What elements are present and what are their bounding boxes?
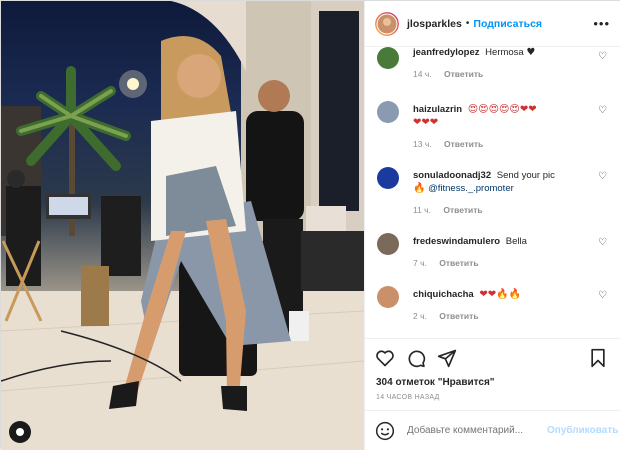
comment-text: haizulazrin 😍😍😍😍😍❤❤ ❤❤❤ [413,103,588,129]
comment-meta: 2 ч. Ответить [413,311,489,321]
comment-time: 7 ч. [413,258,427,268]
post-side-panel: jlosparkles • Подписаться ••• jeanfredyl… [364,1,620,450]
comment-emoji: ❤❤🔥🔥 [479,289,522,300]
author-username[interactable]: jlosparkles [407,18,462,30]
reply-button[interactable]: Ответить [439,311,478,321]
commenter-avatar[interactable] [377,47,399,69]
comment-item: jeanfredylopez Hermosa ♥ 14 ч. Ответить … [375,47,615,87]
comment-text: chiquichacha ❤❤🔥🔥 [413,288,588,301]
reply-button[interactable]: Ответить [444,69,483,79]
header-separator: • [465,18,470,29]
commenter-username[interactable]: haizulazrin [413,104,462,115]
commenter-username[interactable]: sonuladoonadj32 [413,170,491,181]
commenter-avatar[interactable] [377,233,399,255]
share-icon[interactable] [437,348,457,368]
comment-meta: 11 ч. Ответить [413,205,493,215]
smile-icon[interactable] [375,421,395,441]
follow-button[interactable]: Подписаться [473,18,542,30]
comment-item: chiquichacha ❤❤🔥🔥 2 ч. Ответить ♡ [375,286,615,326]
author-avatar[interactable] [375,11,399,36]
likes-count[interactable]: 304 отметок "Нравится" [376,377,495,388]
comment-meta: 13 ч. Ответить [413,139,493,149]
mention-link[interactable]: @fitness._.promoter [428,183,514,194]
commenter-avatar[interactable] [377,101,399,123]
comment-body: Send your pic [496,170,555,181]
add-comment-bar: Опубликовать [365,410,620,450]
photo-illustration [1,1,364,450]
post-timestamp: 14 ЧАСОВ НАЗАД [376,394,440,401]
like-comment-heart-icon[interactable]: ♡ [598,171,607,182]
comment-time: 11 ч. [413,205,431,215]
like-comment-heart-icon[interactable]: ♡ [598,51,607,62]
reply-button[interactable]: Ответить [439,258,478,268]
comment-meta: 7 ч. Ответить [413,258,489,268]
comment-text: sonuladoonadj32 Send your pic 🔥 @fitness… [413,169,588,195]
commenter-avatar[interactable] [377,167,399,189]
comment-item: haizulazrin 😍😍😍😍😍❤❤ ❤❤❤ 13 ч. Ответить ♡ [375,101,615,153]
comment-time: 2 ч. [413,311,427,321]
post-header: jlosparkles • Подписаться ••• [365,1,620,47]
comment-time: 13 ч. [413,139,432,149]
like-comment-heart-icon[interactable]: ♡ [598,105,607,116]
post-comment-button[interactable]: Опубликовать [547,425,618,436]
commenter-username[interactable]: fredeswindamulero [413,236,500,247]
reply-button[interactable]: Ответить [444,139,483,149]
comment-emoji: 🔥 [413,183,426,194]
comment-meta: 14 ч. Ответить [413,69,493,79]
comment-item: sonuladoonadj32 Send your pic 🔥 @fitness… [375,167,615,219]
comment-item: fredeswindamulero Bella 7 ч. Ответить ♡ [375,233,615,273]
instagram-post-frame: jlosparkles • Подписаться ••• jeanfredyl… [0,0,620,450]
comment-time: 14 ч. [413,69,432,79]
more-options-icon[interactable]: ••• [593,16,610,31]
comment-text: fredeswindamulero Bella [413,235,588,248]
comment-emoji: ♥ [526,47,536,58]
commenter-avatar[interactable] [377,286,399,308]
comment-list[interactable]: jeanfredylopez Hermosa ♥ 14 ч. Ответить … [365,47,620,337]
like-comment-heart-icon[interactable]: ♡ [598,290,607,301]
comment-icon[interactable] [406,348,426,368]
comment-emoji-line2: ❤❤❤ [413,117,439,128]
commenter-username[interactable]: chiquichacha [413,289,474,300]
comment-emoji: 😍😍😍😍😍❤❤ [467,104,537,115]
post-photo[interactable] [1,1,364,450]
heart-icon[interactable] [375,348,395,368]
reply-button[interactable]: Ответить [443,205,482,215]
commenter-username[interactable]: jeanfredylopez [413,47,480,58]
profile-corner-icon[interactable] [9,421,31,443]
action-bar: 304 отметок "Нравится" 14 ЧАСОВ НАЗАД [365,338,620,408]
like-comment-heart-icon[interactable]: ♡ [598,237,607,248]
comment-body: Hermosa [485,47,524,58]
bookmark-icon[interactable] [588,348,608,368]
comment-text: jeanfredylopez Hermosa ♥ [413,47,588,59]
comment-body: Bella [505,236,527,247]
comment-input[interactable] [407,425,547,436]
